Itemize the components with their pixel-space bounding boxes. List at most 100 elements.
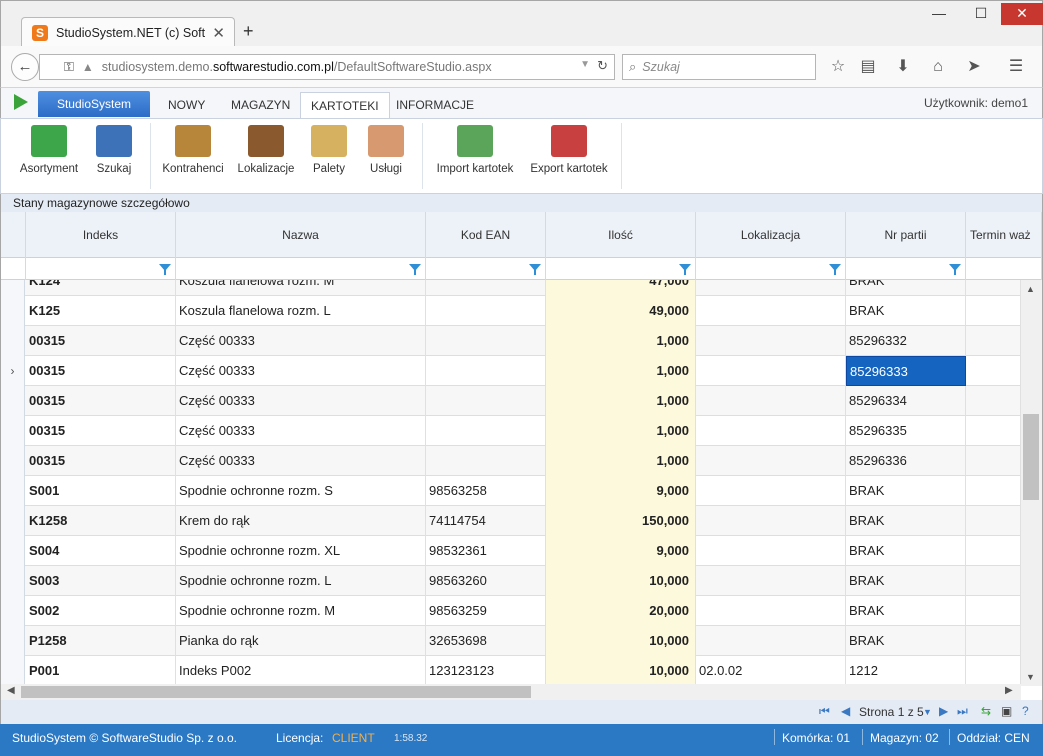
- back-button[interactable]: ←: [11, 53, 39, 81]
- table-row[interactable]: 00315 Część 00333 1,000 85296336: [1, 446, 1021, 476]
- cell-termin[interactable]: [966, 506, 1021, 536]
- cell-kod-ean[interactable]: 123123123: [426, 656, 546, 686]
- cell-nr-partii[interactable]: 85296336: [846, 446, 966, 476]
- cell-ilosc[interactable]: 1,000: [546, 446, 696, 476]
- cell-kod-ean[interactable]: [426, 280, 546, 296]
- menu-nowy[interactable]: NOWY: [158, 92, 215, 118]
- cell-termin[interactable]: [966, 626, 1021, 656]
- download-icon[interactable]: ⬇: [892, 56, 914, 78]
- row-indicator[interactable]: [1, 626, 25, 656]
- cell-lokalizacja[interactable]: [696, 536, 846, 566]
- cell-lokalizacja[interactable]: [696, 566, 846, 596]
- cell-ilosc[interactable]: 49,000: [546, 296, 696, 326]
- cell-ilosc[interactable]: 9,000: [546, 476, 696, 506]
- scroll-thumb[interactable]: [1023, 414, 1039, 500]
- cell-ilosc[interactable]: 1,000: [546, 356, 696, 386]
- cell-nazwa[interactable]: Spodnie ochronne rozm. M: [176, 596, 426, 626]
- cell-kod-ean[interactable]: [426, 446, 546, 476]
- cell-indeks[interactable]: 00315: [26, 326, 176, 356]
- menu-informacje[interactable]: INFORMACJE: [386, 92, 484, 118]
- cell-termin[interactable]: [966, 446, 1021, 476]
- cell-ilosc[interactable]: 47,000: [546, 280, 696, 296]
- ribbon-uslugi-button[interactable]: Usługi: [363, 125, 409, 175]
- cell-ilosc[interactable]: 10,000: [546, 566, 696, 596]
- cell-nazwa[interactable]: Spodnie ochronne rozm. S: [176, 476, 426, 506]
- export-icon[interactable]: ▣: [1001, 704, 1012, 718]
- cell-lokalizacja[interactable]: [696, 446, 846, 476]
- cell-termin[interactable]: [966, 280, 1021, 296]
- minimize-button[interactable]: —: [918, 3, 960, 25]
- cell-ilosc[interactable]: 9,000: [546, 536, 696, 566]
- cell-indeks[interactable]: 00315: [26, 386, 176, 416]
- filter-funnel-icon[interactable]: [829, 264, 841, 275]
- cell-termin[interactable]: [966, 596, 1021, 626]
- cell-lokalizacja[interactable]: [696, 626, 846, 656]
- cell-termin[interactable]: [966, 386, 1021, 416]
- filter-funnel-icon[interactable]: [409, 264, 421, 275]
- cell-ilosc[interactable]: 10,000: [546, 626, 696, 656]
- ribbon-asortyment-button[interactable]: Asortyment: [15, 125, 83, 175]
- ribbon-palety-button[interactable]: Palety: [306, 125, 352, 175]
- column-header-nazwa[interactable]: Nazwa: [176, 212, 426, 258]
- first-page-icon[interactable]: ⏮: [819, 704, 830, 719]
- column-header-indeks[interactable]: Indeks: [26, 212, 176, 258]
- table-row[interactable]: P001 Indeks P002 123123123 10,000 02.0.02 121…: [1, 656, 1021, 686]
- row-indicator[interactable]: [1, 476, 25, 506]
- cell-nr-partii[interactable]: 1212: [846, 656, 966, 686]
- cell-kod-ean[interactable]: [426, 326, 546, 356]
- row-indicator[interactable]: [1, 446, 25, 476]
- ribbon-import-button[interactable]: Import kartotek: [431, 125, 519, 175]
- studiosystem-button[interactable]: StudioSystem: [38, 91, 150, 117]
- help-icon[interactable]: ?: [1022, 704, 1029, 718]
- bookmark-star-icon[interactable]: ☆: [827, 56, 849, 78]
- cell-ilosc[interactable]: 20,000: [546, 596, 696, 626]
- filter-nazwa[interactable]: [176, 258, 426, 280]
- row-indicator[interactable]: [1, 536, 25, 566]
- table-row[interactable]: 00315 Część 00333 1,000 85296332: [1, 326, 1021, 356]
- cell-kod-ean[interactable]: 98563259: [426, 596, 546, 626]
- table-row[interactable]: S003 Spodnie ochronne rozm. L 98563260 10,0…: [1, 566, 1021, 596]
- cell-indeks[interactable]: 00315: [26, 416, 176, 446]
- cell-nr-partii[interactable]: BRAK: [846, 280, 966, 296]
- cell-lokalizacja[interactable]: [696, 356, 846, 386]
- row-indicator[interactable]: [1, 416, 25, 446]
- cell-nazwa[interactable]: Indeks P002: [176, 656, 426, 686]
- cell-indeks[interactable]: K124: [26, 280, 176, 296]
- ribbon-kontrahenci-button[interactable]: Kontrahenci: [159, 125, 227, 175]
- cell-nazwa[interactable]: Część 00333: [176, 326, 426, 356]
- cell-nr-partii[interactable]: BRAK: [846, 566, 966, 596]
- filter-kod-ean[interactable]: [426, 258, 546, 280]
- cell-termin[interactable]: [966, 656, 1021, 686]
- column-header-lokalizacja[interactable]: Lokalizacja: [696, 212, 846, 258]
- cell-lokalizacja[interactable]: [696, 596, 846, 626]
- horizontal-scrollbar[interactable]: ◀ ▶: [1, 684, 1021, 700]
- cell-nazwa[interactable]: Część 00333: [176, 446, 426, 476]
- cell-nr-partii[interactable]: BRAK: [846, 296, 966, 326]
- prev-page-icon[interactable]: ◀: [841, 704, 850, 718]
- cell-ilosc[interactable]: 1,000: [546, 326, 696, 356]
- filter-ilosc[interactable]: [546, 258, 696, 280]
- cell-kod-ean[interactable]: [426, 386, 546, 416]
- cell-nr-partii[interactable]: BRAK: [846, 536, 966, 566]
- filter-funnel-icon[interactable]: [679, 264, 691, 275]
- row-indicator[interactable]: [1, 386, 25, 416]
- cell-lokalizacja[interactable]: [696, 416, 846, 446]
- column-header-ilosc[interactable]: Ilość: [546, 212, 696, 258]
- cell-termin[interactable]: [966, 356, 1021, 386]
- filter-funnel-icon[interactable]: [529, 264, 541, 275]
- filter-funnel-icon[interactable]: [949, 264, 961, 275]
- cell-lokalizacja[interactable]: [696, 506, 846, 536]
- reload-icon[interactable]: ↻: [597, 58, 608, 74]
- ribbon-szukaj-button[interactable]: Szukaj: [87, 125, 141, 175]
- home-icon[interactable]: ⌂: [927, 56, 949, 78]
- filter-funnel-icon[interactable]: [159, 264, 171, 275]
- cell-kod-ean[interactable]: [426, 416, 546, 446]
- cell-nazwa[interactable]: Część 00333: [176, 386, 426, 416]
- filter-nr-partii[interactable]: [846, 258, 966, 280]
- cell-indeks[interactable]: S002: [26, 596, 176, 626]
- cell-indeks[interactable]: K125: [26, 296, 176, 326]
- cell-nr-partii[interactable]: BRAK: [846, 596, 966, 626]
- cell-nr-partii[interactable]: BRAK: [846, 476, 966, 506]
- menu-magazyn[interactable]: MAGAZYN: [221, 92, 300, 118]
- row-indicator[interactable]: [1, 280, 25, 296]
